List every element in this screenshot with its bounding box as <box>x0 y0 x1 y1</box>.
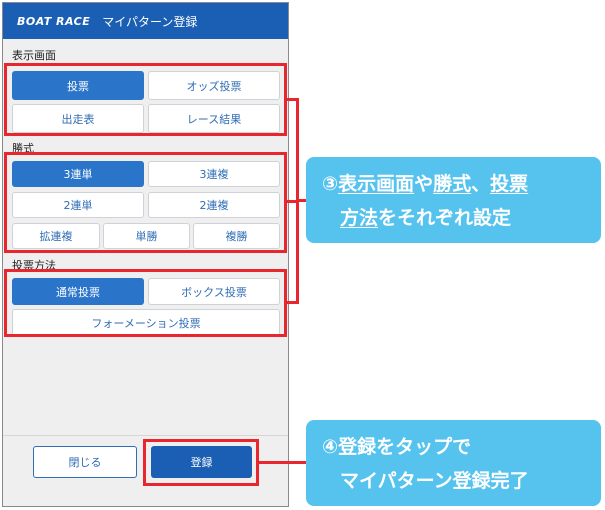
close-button[interactable]: 閉じる <box>33 446 137 478</box>
callout-term-display: 表示画面 <box>338 173 415 195</box>
highlight-display-section <box>4 63 287 136</box>
callout-term-vote: 投票 <box>490 173 529 195</box>
app-header: BOAT RACE マイパターン登録 <box>3 3 288 39</box>
callout-text: 、 <box>471 173 491 195</box>
section-label-display: 表示画面 <box>12 49 56 62</box>
highlight-bet-type-section <box>4 152 287 253</box>
callout-settings-line1: ③表示画面や勝式、投票 <box>322 169 528 196</box>
boatrace-logo: BOAT RACE <box>17 14 91 28</box>
page-title: マイパターン登録 <box>102 14 198 29</box>
callout-register-line1: ④登録をタップで <box>322 436 472 458</box>
callout-register: ④登録をタップで マイパターン登録完了 <box>306 420 601 506</box>
callout-term-bet-type: 勝式 <box>433 173 472 195</box>
callout-settings: ③表示画面や勝式、投票 方法をそれぞれ設定 <box>306 157 601 243</box>
highlight-method-section <box>4 269 287 337</box>
callout-register-line2: マイパターン登録完了 <box>340 470 529 492</box>
callout-term-method: 方法 <box>340 207 379 229</box>
callout-settings-line2: 方法をそれぞれ設定 <box>340 203 511 230</box>
highlight-register-button <box>143 439 259 486</box>
callout-marker: ③ <box>322 173 339 195</box>
callout-text: や <box>414 173 434 195</box>
connector-register <box>259 461 307 464</box>
callout-text: をそれぞれ設定 <box>378 207 512 229</box>
